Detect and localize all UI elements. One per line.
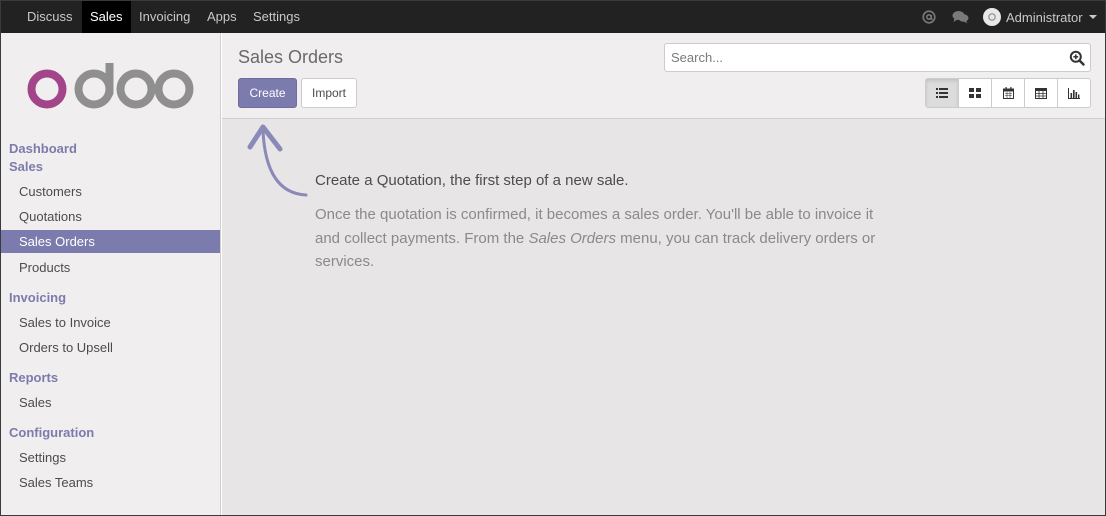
sidebar-section-reports: Reports	[9, 370, 59, 385]
app-window: Discuss Sales Invoicing Apps Settings Ad…	[0, 0, 1106, 516]
sidebar-item-reports-sales[interactable]: Sales	[1, 391, 220, 414]
search-icon[interactable]	[1069, 50, 1085, 66]
sidebar-item-products[interactable]: Products	[1, 256, 220, 279]
sidebar-section-dashboard[interactable]: Dashboard	[9, 141, 77, 156]
help-body-emphasis: Sales Orders	[528, 229, 616, 247]
sidebar-item-customers[interactable]: Customers	[1, 180, 220, 203]
main-content: Sales Orders Create Import Search... Cre…	[222, 33, 1105, 515]
topmenu-settings[interactable]: Settings	[245, 1, 308, 33]
sidebar-item-settings[interactable]: Settings	[1, 446, 220, 469]
help-title: Create a Quotation, the first step of a …	[315, 172, 629, 189]
import-button[interactable]: Import	[301, 78, 357, 108]
at-icon[interactable]	[921, 1, 937, 33]
sidebar-item-quotations[interactable]: Quotations	[1, 205, 220, 228]
sidebar-section-sales: Sales	[9, 159, 43, 174]
topmenu-discuss[interactable]: Discuss	[19, 1, 81, 33]
sidebar-item-sales-teams[interactable]: Sales Teams	[1, 471, 220, 494]
avatar	[983, 8, 1001, 26]
topmenu-invoicing[interactable]: Invoicing	[131, 1, 198, 33]
sidebar-section-configuration: Configuration	[9, 425, 95, 440]
odoo-logo	[27, 63, 194, 109]
user-menu[interactable]: Administrator	[983, 1, 1097, 33]
sidebar-section-invoicing: Invoicing	[9, 290, 67, 305]
topmenu-apps[interactable]: Apps	[199, 1, 245, 33]
topmenu-sales[interactable]: Sales	[82, 1, 131, 33]
view-switcher	[925, 78, 1091, 108]
search-input[interactable]	[665, 44, 1065, 71]
page-title: Sales Orders	[238, 47, 344, 67]
sidebar-item-orders-to-upsell[interactable]: Orders to Upsell	[1, 336, 220, 359]
sidebar-item-sales-orders[interactable]: Sales Orders	[1, 230, 220, 253]
graph-view-icon[interactable]	[1058, 79, 1090, 107]
pivot-view-icon[interactable]	[1025, 79, 1058, 107]
create-button[interactable]: Create	[238, 78, 297, 108]
curved-arrow-icon	[247, 124, 308, 197]
help-body: Once the quotation is confirmed, it beco…	[315, 203, 885, 274]
calendar-view-icon[interactable]	[992, 79, 1025, 107]
search-box	[664, 43, 1091, 72]
sidebar: Dashboard Sales Customers Quotations Sal…	[1, 33, 221, 515]
control-panel: Sales Orders Create Import	[222, 33, 1105, 119]
list-view-icon[interactable]	[926, 79, 959, 107]
chat-icon[interactable]	[951, 1, 969, 33]
sidebar-item-sales-to-invoice[interactable]: Sales to Invoice	[1, 311, 220, 334]
chevron-down-icon	[1088, 15, 1097, 19]
user-name: Administrator	[1006, 9, 1083, 25]
top-navbar: Discuss Sales Invoicing Apps Settings Ad…	[1, 1, 1105, 33]
kanban-view-icon[interactable]	[959, 79, 992, 107]
